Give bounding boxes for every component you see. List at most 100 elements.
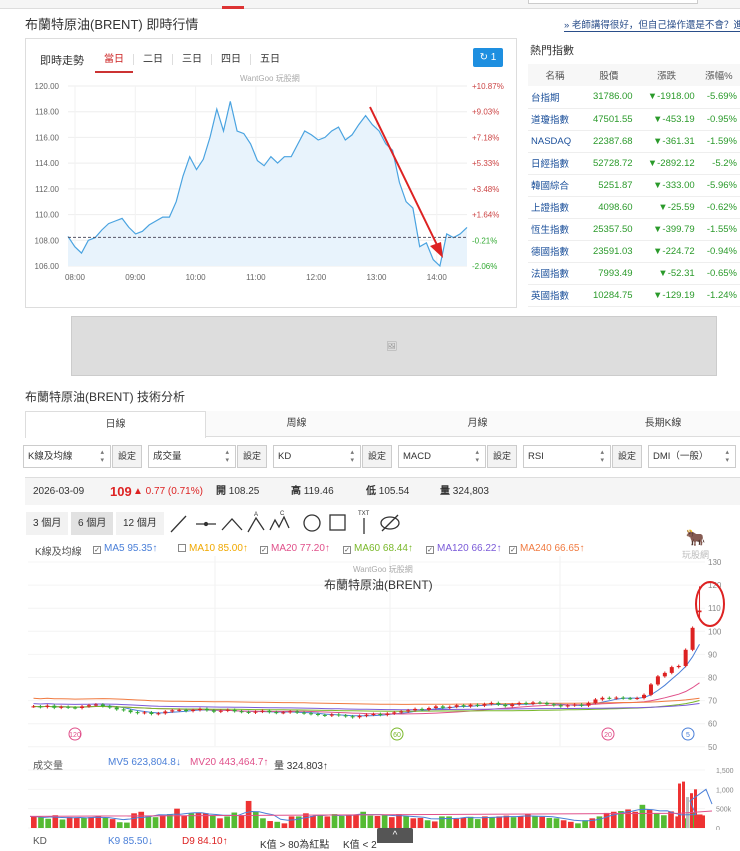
index-row[interactable]: 上證指數 4098.60 ▼-25.59 -0.62% (528, 196, 740, 219)
tab-day2[interactable]: 二日 (133, 54, 172, 65)
volume-bar (45, 818, 51, 828)
index-name[interactable]: 恆生指數 (528, 218, 583, 241)
volume-bar (702, 815, 705, 828)
abcd-pattern-tool-icon[interactable]: A (247, 512, 265, 533)
volume-bar (338, 816, 345, 828)
volume-bar (553, 818, 560, 828)
y-tick: 116.00 (35, 133, 59, 142)
refresh-button[interactable]: ↻ 1 (473, 48, 503, 67)
index-row[interactable]: 法國指數 7993.49 ▼-52.31 -0.65% (528, 262, 740, 285)
ma-toggle[interactable]: ✓ MA5 95.35↑ (93, 543, 157, 554)
ma-toggle[interactable]: ✓ MA60 68.44↑ (343, 543, 413, 554)
indicator-select[interactable]: RSI ▴ ▾ (523, 445, 611, 468)
select-arrow-icon: ▴ ▾ (725, 449, 729, 464)
index-row[interactable]: 恆生指數 25357.50 ▼-399.79 -1.55% (528, 218, 740, 241)
candle (260, 710, 265, 712)
index-name[interactable]: 韓國綜合 (528, 174, 583, 197)
index-price: 52728.72 (582, 152, 636, 175)
candle (440, 706, 445, 708)
ma-toggle[interactable]: ✓ MA20 77.20↑ (260, 543, 330, 554)
indicator-settings-button[interactable]: 設定 (612, 445, 642, 468)
volume-bar (510, 817, 517, 828)
select-value: KD (278, 451, 292, 462)
checkbox[interactable]: ✓ (260, 546, 268, 554)
rectangle-tool-icon[interactable] (329, 514, 346, 531)
index-name[interactable]: 德國指數 (528, 240, 583, 263)
hot-indices-table: 名稱 股價 漲跌 漲幅% 台指期 31786.00 ▼-1918.00 -5.69% 道瓊指數 4… (528, 64, 740, 307)
ma-toggle[interactable]: ✓ MA240 66.65↑ (509, 543, 585, 554)
ma-marker-label: 120 (69, 732, 81, 739)
candle (531, 702, 536, 704)
index-name[interactable]: 台指期 (528, 86, 583, 109)
candle (551, 704, 556, 706)
volume-bar (109, 819, 116, 828)
candle (211, 710, 216, 712)
index-price: 4098.60 (582, 196, 636, 219)
indicator-settings-button[interactable]: 設定 (237, 445, 267, 468)
index-row[interactable]: 英國指數 10284.75 ▼-129.19 -1.24% (528, 284, 740, 307)
scroll-top-button[interactable]: ^ (377, 828, 413, 843)
promo-link[interactable]: » 老師講得很好，但自己操作還是不會？進 (564, 17, 740, 32)
checkbox[interactable]: ✓ (343, 546, 351, 554)
range-6m[interactable]: 6 個月 (71, 512, 114, 535)
kd-note-1: K值 > 80為紅點 (260, 840, 330, 851)
index-change: ▼-361.31 (635, 130, 698, 153)
hide-drawings-icon[interactable] (380, 514, 400, 532)
index-name[interactable]: 法國指數 (528, 262, 583, 285)
index-row[interactable]: 韓國綜合 5251.87 ▼-333.00 -5.96% (528, 174, 740, 197)
index-name[interactable]: NASDAQ (528, 130, 583, 153)
candle (350, 716, 355, 718)
tab-weekly[interactable]: 周線 (206, 411, 387, 437)
ma-toggle[interactable]: MA10 85.00↑ (178, 543, 248, 554)
index-row[interactable]: 台指期 31786.00 ▼-1918.00 -5.69% (528, 86, 740, 109)
index-row[interactable]: 德國指數 23591.03 ▼-224.72 -0.94% (528, 240, 740, 263)
volume-bar (410, 818, 417, 828)
wave-pattern-tool-icon[interactable]: C (269, 511, 290, 531)
tab-day3[interactable]: 三日 (172, 54, 211, 65)
indicator-select[interactable]: MACD ▴ ▾ (398, 445, 486, 468)
checkbox[interactable] (178, 544, 186, 552)
indicator-select[interactable]: KD ▴ ▾ (273, 445, 361, 468)
tab-day4[interactable]: 四日 (211, 54, 250, 65)
horizontal-line-tool-icon[interactable] (196, 521, 216, 527)
indicator-settings-button[interactable]: 設定 (362, 445, 392, 468)
index-row[interactable]: 道瓊指數 47501.55 ▼-453.19 -0.95% (528, 108, 740, 131)
candle (586, 702, 591, 706)
candle (364, 714, 369, 716)
quote-date: 2026-03-09 (33, 486, 85, 497)
index-name[interactable]: 日經指數 (528, 152, 583, 175)
index-name[interactable]: 道瓊指數 (528, 108, 583, 131)
tab-long-term[interactable]: 長期K線 (568, 411, 740, 437)
text-tool-icon[interactable]: TXT (358, 511, 370, 534)
kchart-watermark: WantGoo 玩股網 (353, 565, 413, 574)
indicator-select[interactable]: DMI（一般） ▴ ▾ (648, 445, 736, 468)
index-row[interactable]: NASDAQ 22387.68 ▼-361.31 -1.59% (528, 130, 740, 153)
tab-day5[interactable]: 五日 (250, 54, 289, 65)
tab-day1[interactable]: 當日 (95, 54, 133, 73)
index-name[interactable]: 英國指數 (528, 284, 583, 307)
index-name[interactable]: 上證指數 (528, 196, 583, 219)
line-tool-icon[interactable] (170, 515, 187, 533)
tab-daily[interactable]: 日線 (25, 411, 206, 438)
checkbox[interactable]: ✓ (509, 546, 517, 554)
range-12m[interactable]: 12 個月 (116, 512, 164, 535)
circle-tool-icon[interactable] (303, 514, 321, 532)
kd-label: KD (33, 836, 47, 847)
ad-banner[interactable]: 🖼 (71, 316, 717, 376)
checkbox[interactable]: ✓ (426, 546, 434, 554)
indicator-settings-button[interactable]: 設定 (487, 445, 517, 468)
index-row[interactable]: 日經指數 52728.72 ▼-2892.12 -5.2% (528, 152, 740, 175)
volume-bar (694, 789, 697, 828)
checkbox[interactable]: ✓ (93, 546, 101, 554)
angle-tool-icon[interactable] (221, 518, 243, 531)
volume-bar (66, 817, 73, 828)
svg-text:A: A (254, 512, 258, 518)
indicator-select[interactable]: 成交量 ▴ ▾ (148, 445, 236, 468)
range-3m[interactable]: 3 個月 (26, 512, 69, 535)
ma-toggle[interactable]: ✓ MA120 66.22↑ (426, 543, 502, 554)
site-search-input[interactable] (528, 0, 698, 4)
indicator-settings-button[interactable]: 設定 (112, 445, 142, 468)
candle (31, 706, 36, 708)
tab-monthly[interactable]: 月線 (387, 411, 568, 437)
indicator-select[interactable]: K線及均線 ▴ ▾ (23, 445, 111, 468)
